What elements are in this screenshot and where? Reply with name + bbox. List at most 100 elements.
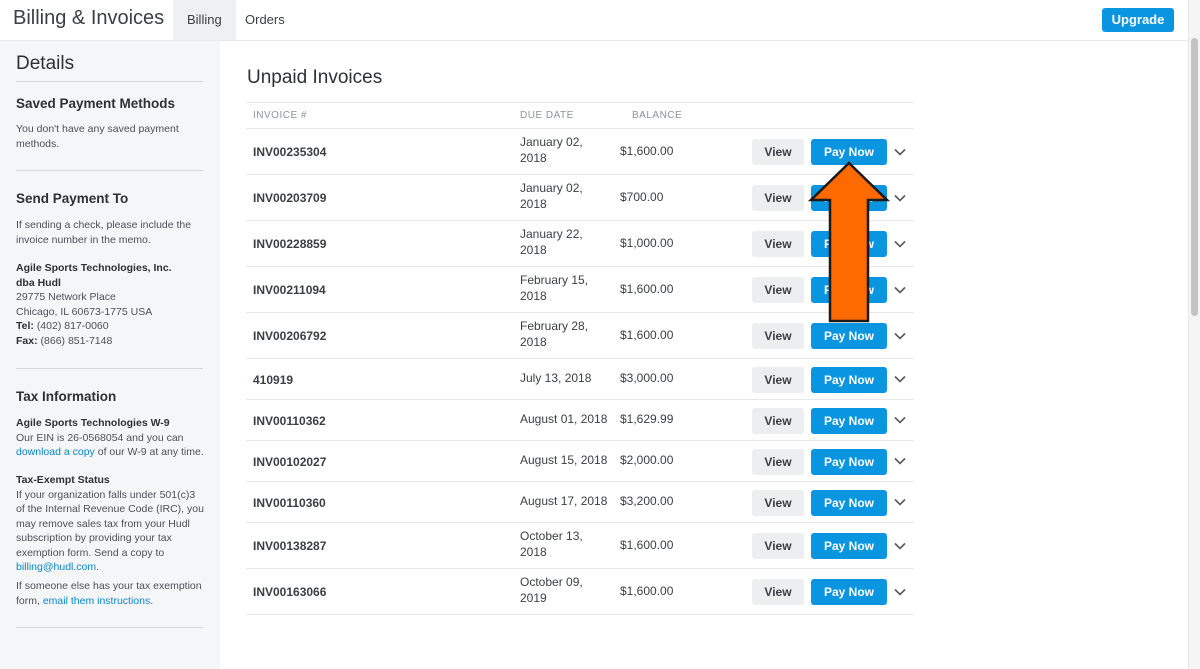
chevron-down-icon[interactable] (893, 329, 907, 343)
fax-value: (866) 851-7148 (40, 334, 113, 347)
pay-now-button[interactable]: Pay Now (811, 323, 887, 349)
tab-billing[interactable]: Billing (173, 0, 236, 40)
email-instructions-link[interactable]: email them instructions (43, 595, 150, 607)
chevron-down-icon[interactable] (893, 145, 907, 159)
invoice-number: INV00235304 (253, 145, 327, 159)
remit-address: Agile Sports Technologies, Inc. dba Hudl… (16, 261, 204, 348)
view-button[interactable]: View (752, 185, 804, 211)
address-line-2: Chicago, IL 60673-1775 USA (16, 305, 153, 318)
w9-section: Agile Sports Technologies W-9 Our EIN is… (16, 416, 204, 460)
saved-payment-text: You don't have any saved payment methods… (16, 123, 179, 150)
invoice-number: 410919 (253, 373, 294, 387)
download-w9-link[interactable]: download a copy (16, 446, 95, 458)
due-date: January 02, 2018 (520, 181, 610, 212)
tax-else-section: If someone else has your tax exemption f… (16, 579, 204, 608)
scrollbar-thumb[interactable] (1191, 38, 1198, 316)
tax-exempt-title: Tax-Exempt Status (16, 474, 110, 486)
upgrade-button[interactable]: Upgrade (1102, 8, 1174, 32)
due-date-line-2: 2018 (520, 196, 547, 211)
invoice-number: INV00206792 (253, 329, 327, 343)
invoice-number: INV00110360 (253, 496, 326, 510)
due-date: August 01, 2018 (520, 412, 610, 428)
due-date: February 15, 2018 (520, 273, 610, 304)
page-title: Unpaid Invoices (247, 67, 383, 88)
tab-orders[interactable]: Orders (231, 0, 299, 40)
balance: $1,600.00 (620, 538, 674, 552)
w9-text: Our EIN is 26-0568054 and you can (16, 431, 184, 444)
w9-title: Agile Sports Technologies W-9 (16, 417, 170, 429)
company-dba: dba Hudl (16, 276, 61, 289)
pay-now-button[interactable]: Pay Now (811, 449, 887, 475)
balance: $1,600.00 (620, 282, 674, 296)
table-header: INVOICE # DUE DATE BALANCE (246, 102, 914, 129)
address-line-1: 29775 Network Place (16, 291, 116, 303)
balance: $1,600.00 (620, 328, 674, 342)
chevron-down-icon[interactable] (893, 495, 907, 509)
due-date-line-1: February 15, (520, 273, 589, 287)
scrollbar[interactable] (1188, 0, 1200, 669)
chevron-down-icon[interactable] (893, 539, 907, 553)
chevron-down-icon[interactable] (893, 454, 907, 468)
pay-now-button[interactable]: Pay Now (811, 408, 887, 434)
due-date-line-1: February 28, (520, 319, 589, 333)
due-date-line-1: January 22, (520, 227, 583, 241)
saved-payment-heading: Saved Payment Methods (16, 96, 176, 111)
balance: $3,200.00 (620, 494, 674, 508)
pay-now-button[interactable]: Pay Now (811, 579, 887, 605)
tel-value: (402) 817-0060 (36, 320, 109, 332)
chevron-down-icon[interactable] (893, 413, 907, 427)
table-row: INV00102027 August 15, 2018 $2,000.00 View P… (246, 441, 914, 482)
view-button[interactable]: View (752, 490, 804, 516)
view-button[interactable]: View (752, 277, 804, 303)
due-date: October 13, 2018 (520, 529, 610, 560)
tax-exempt-end: . (96, 561, 100, 573)
chevron-down-icon[interactable] (893, 191, 907, 205)
view-button[interactable]: View (752, 408, 804, 434)
due-date-line-2: 2018 (520, 334, 547, 349)
send-payment-heading: Send Payment To (16, 191, 129, 206)
due-date-line-1: October 13, (520, 529, 583, 543)
chevron-down-icon[interactable] (893, 283, 907, 297)
balance: $1,600.00 (620, 144, 674, 158)
due-date-line-2: 2019 (520, 590, 547, 605)
invoice-number: INV00138287 (253, 539, 327, 553)
table-row: INV00110362 August 01, 2018 $1,629.99 View P… (246, 400, 914, 441)
chevron-down-icon[interactable] (893, 585, 907, 599)
pay-now-button[interactable]: Pay Now (811, 490, 887, 516)
tax-exempt-section: Tax-Exempt Status If your organization f… (16, 473, 204, 575)
view-button[interactable]: View (752, 323, 804, 349)
view-button[interactable]: View (752, 579, 804, 605)
invoice-number: INV00228859 (253, 237, 327, 251)
chevron-down-icon[interactable] (893, 372, 907, 386)
due-date-line-2: 2018 (520, 242, 547, 257)
view-button[interactable]: View (752, 533, 804, 559)
view-button[interactable]: View (752, 139, 804, 165)
chevron-down-icon[interactable] (893, 237, 907, 251)
due-date-line-1: January 02, (520, 135, 583, 149)
invoice-number: INV00211094 (253, 283, 326, 297)
billing-email-link[interactable]: billing@hudl.com (16, 561, 96, 573)
divider (16, 170, 203, 171)
due-date-line-2: 2018 (520, 288, 547, 303)
due-date-line-1: August 15, 2018 (520, 453, 608, 467)
due-date: August 17, 2018 (520, 494, 610, 510)
view-button[interactable]: View (752, 367, 804, 393)
due-date: August 15, 2018 (520, 453, 610, 469)
invoice-number: INV00163066 (253, 585, 327, 599)
w9-text-end: of our W-9 at any time. (97, 446, 204, 458)
view-button[interactable]: View (752, 231, 804, 257)
tax-exempt-text: If your organization falls under 501(c)3… (16, 488, 204, 559)
table-row: 410919 July 13, 2018 $3,000.00 View Pay Now (246, 359, 914, 400)
due-date: July 13, 2018 (520, 371, 610, 387)
balance: $3,000.00 (620, 371, 674, 385)
due-date: January 02, 2018 (520, 135, 610, 166)
invoice-number: INV00203709 (253, 191, 327, 205)
tel-label: Tel: (16, 320, 34, 332)
divider (16, 368, 203, 369)
send-payment-text: If sending a check, please include the i… (16, 219, 192, 246)
view-button[interactable]: View (752, 449, 804, 475)
up-arrow-annotation (808, 161, 890, 323)
due-date-line-1: October 09, (520, 575, 583, 589)
pay-now-button[interactable]: Pay Now (811, 367, 887, 393)
pay-now-button[interactable]: Pay Now (811, 533, 887, 559)
